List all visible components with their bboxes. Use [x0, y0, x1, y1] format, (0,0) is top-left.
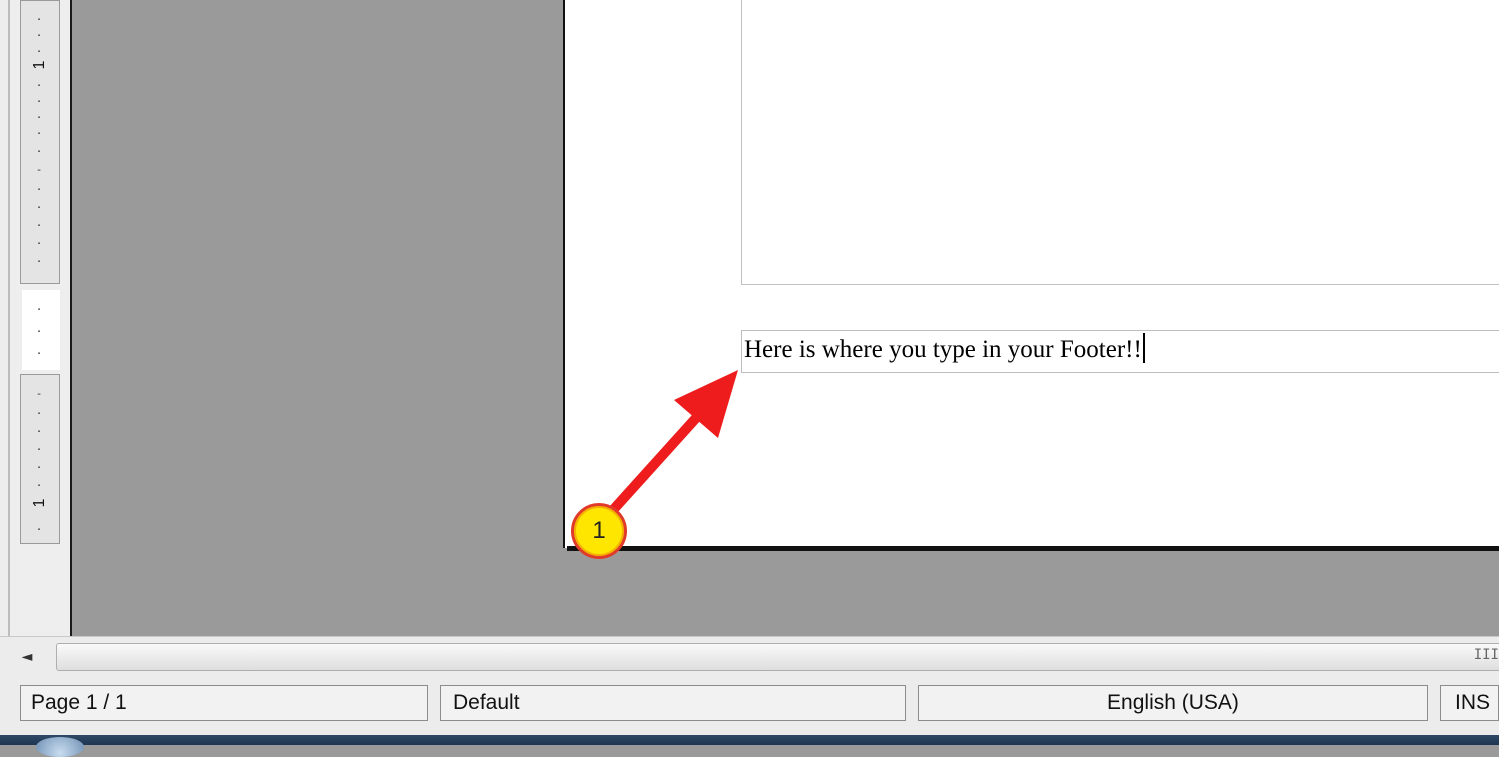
window-edge	[8, 0, 10, 636]
vertical-ruler: · · · 1 · · · · · - · · · · · · · · - · …	[0, 0, 72, 636]
page-shadow	[567, 546, 1499, 551]
status-page-style[interactable]: Default	[440, 685, 906, 721]
footer-area[interactable]: Here is where you type in your Footer!!	[741, 330, 1499, 373]
callout-badge: 1	[571, 503, 627, 559]
scroll-grip-icon: III	[1473, 647, 1499, 663]
status-page-count[interactable]: Page 1 / 1	[20, 685, 428, 721]
status-language[interactable]: English (USA)	[918, 685, 1428, 721]
start-orb-icon[interactable]	[36, 737, 84, 757]
callout-number: 1	[592, 517, 606, 544]
footer-text[interactable]: Here is where you type in your Footer!!	[744, 333, 1145, 364]
horizontal-scrollbar[interactable]: ◄ III	[0, 636, 1499, 677]
status-insert-mode[interactable]: INS	[1440, 685, 1499, 721]
scroll-thumb[interactable]: III	[56, 643, 1499, 671]
text-body-boundary[interactable]	[741, 0, 1499, 285]
scroll-left-arrow-icon[interactable]: ◄	[14, 645, 40, 669]
ruler-number: 1	[31, 498, 48, 508]
ruler-number: 1	[31, 60, 48, 70]
status-bar: Page 1 / 1 Default English (USA) INS	[0, 677, 1499, 735]
taskbar	[0, 735, 1499, 757]
text-cursor	[1142, 333, 1145, 363]
